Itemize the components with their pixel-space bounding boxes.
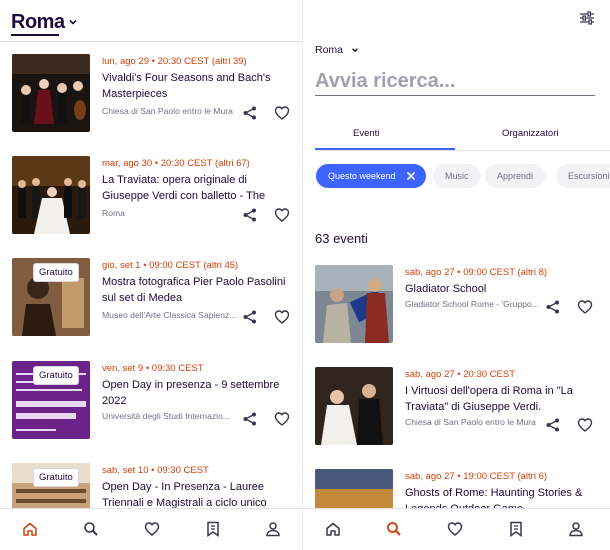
event-date: sab, ago 27 • 19:00 CEST (altri 6) (405, 471, 548, 482)
event-title[interactable]: Vivaldi's Four Seasons and Bach's Master… (102, 70, 294, 102)
heart-icon[interactable] (274, 309, 290, 325)
tickets-icon[interactable] (508, 521, 524, 537)
bottom-nav (303, 508, 610, 550)
bottom-nav (0, 508, 303, 550)
chip-label: Questo weekend (328, 171, 396, 181)
free-badge: Gratuito (34, 469, 78, 486)
share-icon[interactable] (242, 207, 258, 223)
event-date: sab, set 10 • 09:30 CEST (102, 465, 209, 476)
heart-icon[interactable] (274, 105, 290, 121)
event-image (12, 156, 90, 234)
home-icon[interactable] (325, 521, 341, 537)
event-location: Gladiator School Rome - 'Gruppo... (405, 299, 539, 309)
event-title[interactable]: Open Day - In Presenza - Lauree Triennal… (102, 479, 294, 511)
event-image (12, 54, 90, 132)
event-card[interactable]: Gratuito ven, set 9 • 09:30 CEST Open Da… (0, 361, 303, 463)
home-icon[interactable] (22, 521, 38, 537)
event-location: Chiesa di San Paolo entro le Mura (405, 417, 536, 427)
chevron-down-icon[interactable] (351, 46, 359, 54)
close-icon[interactable] (406, 171, 416, 181)
profile-icon[interactable] (265, 521, 281, 537)
chip-this-weekend[interactable]: Questo weekend (316, 164, 426, 188)
heart-icon[interactable] (274, 207, 290, 223)
heart-icon[interactable] (144, 521, 160, 537)
tab-active-indicator (315, 148, 455, 150)
city-underline (11, 34, 59, 36)
tickets-icon[interactable] (205, 521, 221, 537)
event-card[interactable]: sab, ago 27 • 09:00 CEST (altri 8) Gladi… (303, 265, 606, 367)
event-title[interactable]: Mostra fotografica Pier Paolo Pasolini s… (102, 274, 294, 306)
share-icon[interactable] (242, 105, 258, 121)
profile-icon[interactable] (568, 521, 584, 537)
share-icon[interactable] (545, 299, 561, 315)
event-date: mar, ago 30 • 20:30 CEST (altri 67) (102, 158, 250, 169)
event-card[interactable]: lun, ago 29 • 20:30 CEST (altri 39) Viva… (0, 54, 303, 156)
event-title[interactable]: Gladiator School (405, 281, 597, 297)
event-date: ven, set 9 • 09:30 CEST (102, 363, 204, 374)
event-title[interactable]: Open Day in presenza - 9 settembre 2022 (102, 377, 294, 409)
event-title[interactable]: I Virtuosi dell'opera di Roma in "La Tra… (405, 383, 597, 415)
event-location: Roma (102, 208, 125, 218)
heart-icon[interactable] (274, 411, 290, 427)
search-input[interactable] (315, 68, 595, 96)
event-date: gio, set 1 • 09:00 CEST (altri 45) (102, 260, 239, 271)
chip-excursions[interactable]: Escursioni (556, 164, 610, 188)
chevron-down-icon[interactable] (68, 17, 78, 27)
heart-icon[interactable] (447, 521, 463, 537)
event-image (315, 367, 393, 445)
home-screen: Roma lun, ago 29 • 20:30 CEST (altri 39)… (0, 0, 303, 550)
event-location: Chiesa di San Paolo entro le Mura (102, 106, 233, 116)
free-badge: Gratuito (34, 264, 78, 281)
share-icon[interactable] (545, 417, 561, 433)
event-date: lun, ago 29 • 20:30 CEST (altri 39) (102, 56, 247, 67)
event-card[interactable]: Gratuito gio, set 1 • 09:00 CEST (altri … (0, 258, 303, 360)
home-header: Roma (0, 0, 303, 42)
tab-divider (315, 150, 610, 151)
event-image (315, 265, 393, 343)
search-icon[interactable] (386, 521, 402, 537)
tab-organizers[interactable]: Organizzatori (502, 128, 559, 139)
event-card[interactable]: mar, ago 30 • 20:30 CEST (altri 67) La T… (0, 156, 303, 258)
event-card[interactable]: sab, ago 27 • 20:30 CEST I Virtuosi dell… (303, 367, 606, 469)
filter-icon[interactable] (579, 10, 595, 26)
city-selector[interactable]: Roma (315, 44, 343, 56)
event-title[interactable]: La Traviata: opera originale di Giuseppe… (102, 172, 294, 204)
search-icon[interactable] (83, 521, 99, 537)
event-location: Università degli Studi Internazio... (102, 411, 231, 421)
event-date: sab, ago 27 • 09:00 CEST (altri 8) (405, 267, 548, 278)
event-date: sab, ago 27 • 20:30 CEST (405, 369, 516, 380)
results-count: 63 eventi (315, 231, 368, 246)
event-location: Museo dell'Arte Classica Sapienz... (102, 310, 237, 320)
heart-icon[interactable] (577, 417, 593, 433)
share-icon[interactable] (242, 309, 258, 325)
free-badge: Gratuito (34, 367, 78, 384)
chip-learn[interactable]: Apprendi (485, 164, 546, 188)
search-screen: Roma Eventi Organizzatori Questo weekend… (303, 0, 610, 550)
chip-music[interactable]: Music (433, 164, 481, 188)
tab-events[interactable]: Eventi (353, 128, 379, 139)
heart-icon[interactable] (577, 299, 593, 315)
city-selector[interactable]: Roma (11, 11, 65, 34)
share-icon[interactable] (242, 411, 258, 427)
